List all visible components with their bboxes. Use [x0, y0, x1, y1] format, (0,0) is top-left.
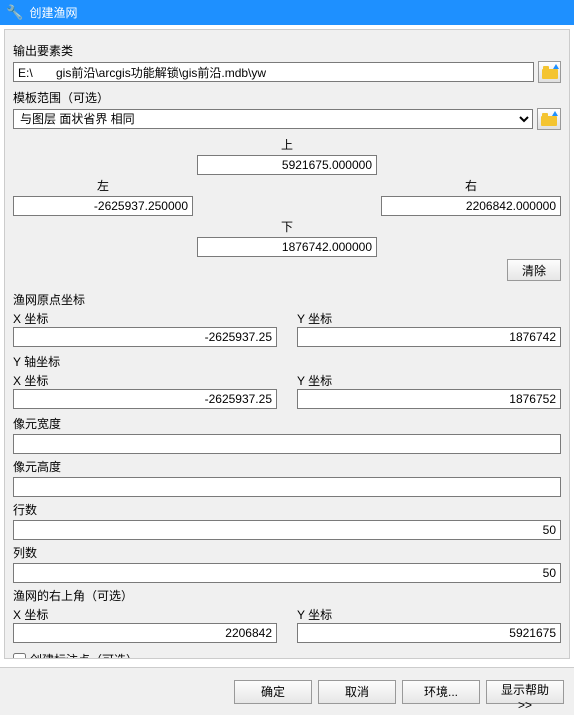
env-button[interactable]: 环境... [402, 680, 480, 704]
rows-label: 行数 [13, 501, 561, 518]
opposite-y-input[interactable] [297, 623, 561, 643]
title-bar: 🔧 创建渔网 [0, 0, 574, 25]
wrench-icon: 🔧 [6, 4, 23, 21]
extent-left-input[interactable] [13, 196, 193, 216]
cancel-button[interactable]: 取消 [318, 680, 396, 704]
opposite-x-label: X 坐标 [13, 606, 277, 623]
origin-x-label: X 坐标 [13, 310, 277, 327]
opposite-y-label: Y 坐标 [297, 606, 561, 623]
origin-label: 渔网原点坐标 [13, 291, 561, 308]
rows-input[interactable] [13, 520, 561, 540]
output-class-input[interactable] [13, 62, 534, 82]
yaxis-y-input[interactable] [297, 389, 561, 409]
browse-extent-button[interactable] [537, 108, 561, 130]
folder-icon [541, 113, 557, 126]
template-extent-label: 模板范围（可选） [13, 89, 561, 106]
opposite-label: 渔网的右上角（可选） [13, 587, 561, 604]
extent-right-label: 右 [381, 177, 561, 194]
extent-right-input[interactable] [381, 196, 561, 216]
clear-extent-button[interactable]: 清除 [507, 259, 561, 281]
extent-bottom-label: 下 [197, 218, 377, 235]
yaxis-y-label: Y 坐标 [297, 372, 561, 389]
cell-height-input[interactable] [13, 477, 561, 497]
cell-height-label: 像元高度 [13, 458, 561, 475]
origin-x-input[interactable] [13, 327, 277, 347]
browse-output-button[interactable] [538, 61, 561, 83]
button-bar: 确定 取消 环境... 显示帮助>> [0, 667, 574, 715]
cols-label: 列数 [13, 544, 561, 561]
window-title: 创建渔网 [29, 4, 77, 21]
dialog-content: 输出要素类 模板范围（可选） 与图层 面状省界 相同 上 左 右 [4, 29, 570, 659]
opposite-x-input[interactable] [13, 623, 277, 643]
cell-width-label: 像元宽度 [13, 415, 561, 432]
folder-icon [542, 66, 558, 79]
create-labels-checkbox[interactable] [13, 653, 26, 659]
origin-y-input[interactable] [297, 327, 561, 347]
extent-box: 上 左 右 下 清除 [13, 136, 561, 281]
cell-width-input[interactable] [13, 434, 561, 454]
yaxis-label: Y 轴坐标 [13, 353, 561, 370]
extent-top-input[interactable] [197, 155, 377, 175]
extent-left-label: 左 [13, 177, 193, 194]
template-extent-select[interactable]: 与图层 面状省界 相同 [13, 109, 533, 129]
extent-bottom-input[interactable] [197, 237, 377, 257]
create-labels-label: 创建标注点（可选） [30, 651, 138, 659]
yaxis-x-input[interactable] [13, 389, 277, 409]
output-class-label: 输出要素类 [13, 42, 561, 59]
yaxis-x-label: X 坐标 [13, 372, 277, 389]
extent-top-label: 上 [197, 136, 377, 153]
help-button[interactable]: 显示帮助>> [486, 680, 564, 704]
origin-y-label: Y 坐标 [297, 310, 561, 327]
ok-button[interactable]: 确定 [234, 680, 312, 704]
cols-input[interactable] [13, 563, 561, 583]
